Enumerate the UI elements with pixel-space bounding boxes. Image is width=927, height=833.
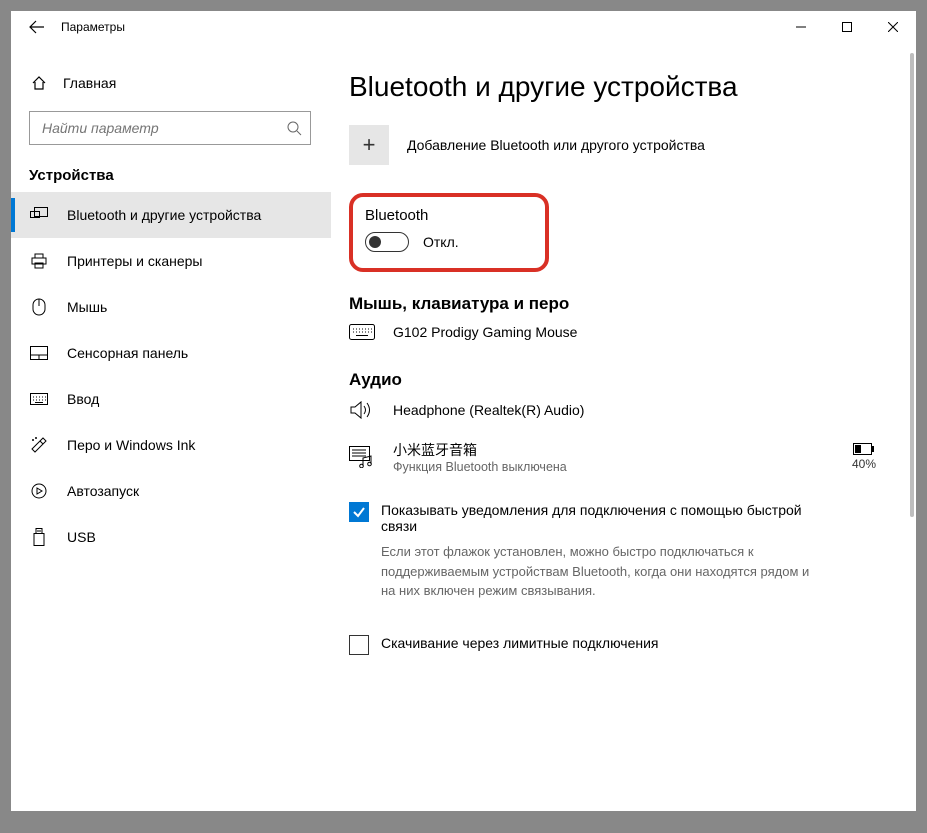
page-heading: Bluetooth и другие устройства — [349, 71, 876, 103]
close-icon — [888, 22, 898, 32]
keyboard-icon — [29, 393, 49, 405]
device-mouse-name: G102 Prodigy Gaming Mouse — [393, 324, 577, 340]
settings-window: Параметры Главная — [11, 11, 916, 811]
swift-pair-help: Если этот флажок установлен, можно быстр… — [381, 542, 811, 601]
device-headphone-name: Headphone (Realtek(R) Audio) — [393, 402, 584, 418]
back-button[interactable] — [21, 11, 53, 43]
minimize-icon — [796, 22, 806, 32]
home-icon — [29, 75, 49, 91]
main-content: Bluetooth и другие устройства + Добавлен… — [331, 43, 916, 811]
section-mouse-heading: Мышь, клавиатура и перо — [349, 294, 876, 314]
pen-icon — [29, 437, 49, 453]
nav-label: USB — [67, 529, 96, 545]
nav-label: Ввод — [67, 391, 99, 407]
window-buttons — [778, 11, 916, 43]
battery-percent: 40% — [852, 457, 876, 471]
sidebar: Главная Устройства Bluetooth и другие ус… — [11, 43, 331, 811]
autoplay-icon — [29, 483, 49, 499]
add-device-button[interactable]: + — [349, 125, 389, 165]
touchpad-icon — [29, 346, 49, 360]
nav-typing[interactable]: Ввод — [11, 376, 331, 422]
section-audio-heading: Аудио — [349, 370, 876, 390]
bluetooth-label: Bluetooth — [365, 207, 515, 224]
metered-checkbox[interactable] — [349, 635, 369, 655]
bluetooth-state: Откл. — [423, 234, 459, 250]
add-device-row[interactable]: + Добавление Bluetooth или другого устро… — [349, 125, 876, 165]
nav-label: Перо и Windows Ink — [67, 437, 195, 453]
device-speaker-row[interactable]: 小米蓝牙音箱 Функция Bluetooth выключена 40% — [349, 440, 876, 474]
device-speaker-battery: 40% — [852, 443, 876, 471]
printer-icon — [29, 253, 49, 269]
nav-printers[interactable]: Принтеры и сканеры — [11, 238, 331, 284]
titlebar: Параметры — [11, 11, 916, 43]
device-headphone-row[interactable]: Headphone (Realtek(R) Audio) — [349, 400, 876, 420]
device-mouse-row[interactable]: G102 Prodigy Gaming Mouse — [349, 324, 876, 340]
nav-list: Bluetooth и другие устройства Принтеры и… — [11, 192, 331, 560]
home-link[interactable]: Главная — [11, 63, 331, 103]
toggle-knob — [369, 236, 381, 248]
check-icon — [352, 505, 366, 519]
keyboard-device-icon — [349, 324, 375, 340]
bluetooth-devices-icon — [29, 207, 49, 223]
metered-label: Скачивание через лимитные подключения — [381, 635, 658, 651]
window-title: Параметры — [61, 20, 125, 34]
speaker-sound-icon — [349, 400, 375, 420]
search-box[interactable] — [29, 111, 311, 145]
bluetooth-toggle[interactable] — [365, 232, 409, 252]
nav-label: Bluetooth и другие устройства — [67, 207, 261, 223]
nav-mouse[interactable]: Мышь — [11, 284, 331, 330]
nav-label: Принтеры и сканеры — [67, 253, 202, 269]
nav-autoplay[interactable]: Автозапуск — [11, 468, 331, 514]
maximize-icon — [842, 22, 852, 32]
scrollbar[interactable] — [910, 53, 914, 801]
metered-row[interactable]: Скачивание через лимитные подключения — [349, 635, 876, 655]
minimize-button[interactable] — [778, 11, 824, 43]
swift-pair-checkbox[interactable] — [349, 502, 369, 522]
bluetooth-toggle-highlight: Bluetooth Откл. — [349, 193, 549, 272]
nav-touchpad[interactable]: Сенсорная панель — [11, 330, 331, 376]
nav-pen[interactable]: Перо и Windows Ink — [11, 422, 331, 468]
media-device-icon — [349, 446, 375, 468]
back-arrow-icon — [29, 19, 45, 35]
mouse-icon — [29, 298, 49, 316]
search-input[interactable] — [40, 119, 286, 137]
swift-pair-row[interactable]: Показывать уведомления для подключения с… — [349, 502, 876, 534]
scrollbar-thumb[interactable] — [910, 53, 914, 517]
nav-usb[interactable]: USB — [11, 514, 331, 560]
usb-icon — [29, 528, 49, 546]
device-speaker-name: 小米蓝牙音箱 — [393, 440, 567, 460]
nav-label: Автозапуск — [67, 483, 139, 499]
close-button[interactable] — [870, 11, 916, 43]
nav-label: Мышь — [67, 299, 107, 315]
nav-label: Сенсорная панель — [67, 345, 188, 361]
maximize-button[interactable] — [824, 11, 870, 43]
device-speaker-sub: Функция Bluetooth выключена — [393, 460, 567, 474]
home-label: Главная — [63, 75, 116, 91]
swift-pair-label: Показывать уведомления для подключения с… — [381, 502, 811, 534]
category-title: Устройства — [11, 145, 331, 192]
battery-icon — [853, 443, 875, 455]
add-device-label: Добавление Bluetooth или другого устройс… — [407, 137, 705, 153]
search-icon — [286, 120, 302, 136]
nav-bluetooth[interactable]: Bluetooth и другие устройства — [11, 192, 331, 238]
plus-icon: + — [363, 132, 376, 158]
